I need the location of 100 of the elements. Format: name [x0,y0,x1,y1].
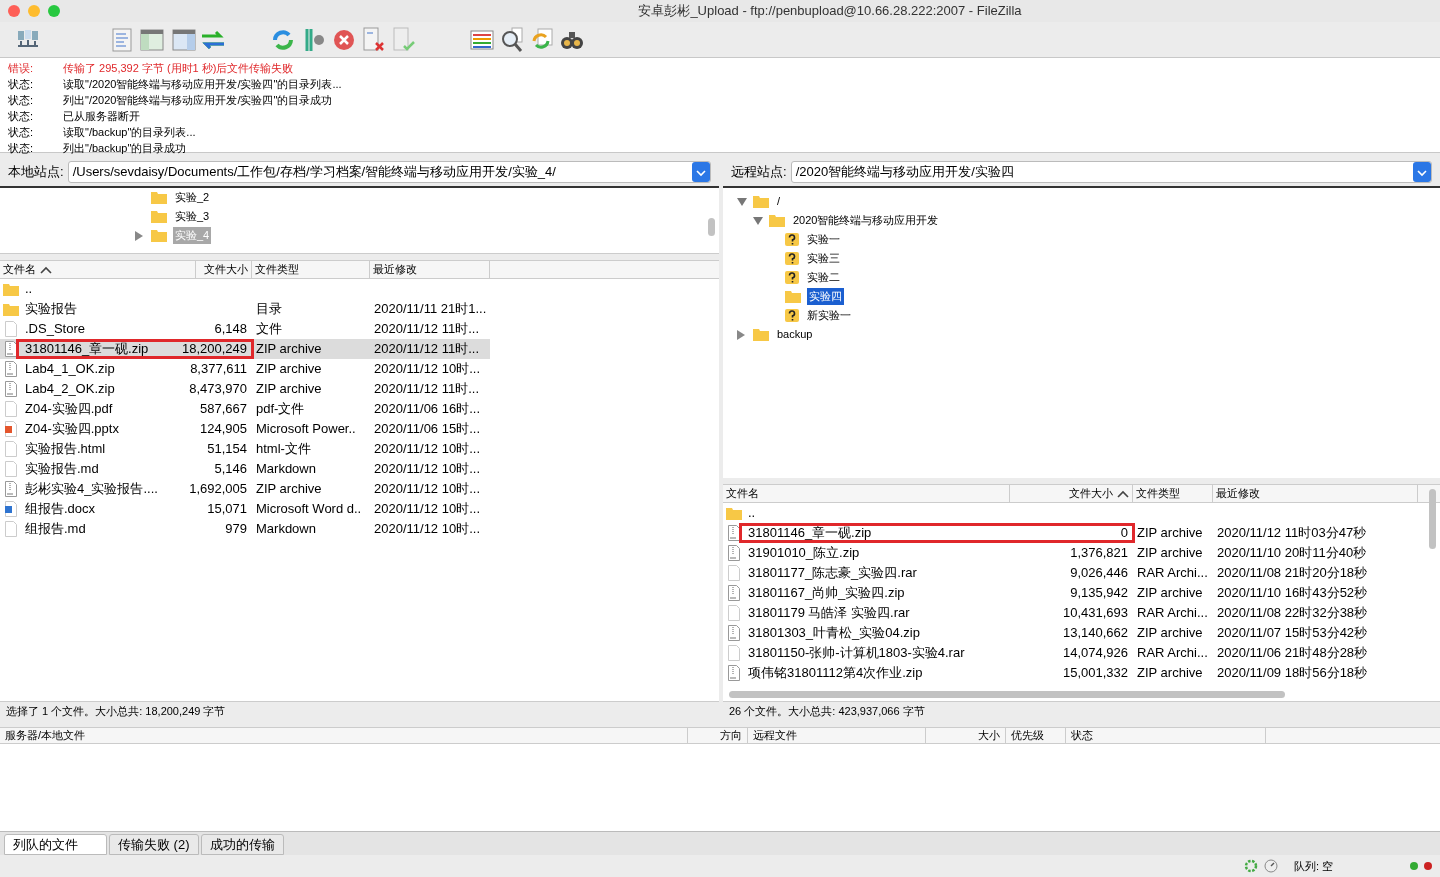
tab[interactable]: 列队的文件 [4,834,107,855]
file-row[interactable]: 31801146_章一砚.zip 0 ZIP archive 2020/11/12 11时03分47秒 [723,523,1418,543]
file-row[interactable]: 组报告.md 979 Markdown 2020/11/12 10时... [0,519,490,539]
file-row[interactable]: 31801150-张帅-计算机1803-实验4.rar 14,074,926 RAR Archi... 2020/11/06 21时48分28秒 [723,643,1418,663]
transfer-arrows-icon[interactable] [200,28,226,51]
file-size: 51,154 [207,440,247,459]
file-row[interactable]: 31801179 马皓泽 实验四.rar 10,431,693 RAR Archi... 2020/11/08 22时32分38秒 [723,603,1418,623]
question-folder-icon [785,309,799,322]
column-header[interactable]: 文件类型 [1133,485,1213,502]
log-message: 读取"/2020智能终端与移动应用开发/实验四"的目录列表... [63,77,342,92]
tree-item[interactable]: backup [775,326,815,343]
tree-item[interactable]: 实验四 [807,288,844,305]
tab[interactable]: 传输失败 (2) [109,834,199,855]
file-row[interactable]: 组报告.docx 15,071 Microsoft Word d.. 2020/11/12 10时... [0,499,490,519]
folder-icon [753,328,769,341]
tree-item[interactable]: 实验二 [805,269,842,286]
log-message: 传输了 295,392 字节 (用时1 秒)后文件传输失败 [63,61,294,76]
file-type: RAR Archi... [1137,565,1208,581]
file-row[interactable]: .DS_Store 6,148 文件 2020/11/12 11时... [0,319,490,339]
collapse-arrow-icon[interactable] [753,216,763,225]
expand-arrow-icon[interactable] [135,230,143,241]
column-header[interactable]: 文件名 [0,261,196,278]
file-type: html-文件 [256,441,311,457]
file-row[interactable]: Z04-实验四.pdf 587,667 pdf-文件 2020/11/06 16时... [0,399,490,419]
path-field[interactable]: /2020智能终端与移动应用开发/实验四 [790,161,1432,183]
file-size: 124,905 [200,420,247,439]
collapse-arrow-icon[interactable] [737,197,747,206]
column-header[interactable]: 大小 [926,728,1006,743]
column-header[interactable]: 远程文件 [748,728,926,743]
column-header[interactable]: 文件大小 [1010,485,1133,502]
file-type: Microsoft Power.. [256,421,356,437]
column-header[interactable]: 最近修改 [370,261,490,278]
file-name: 31801179 马皓泽 实验四.rar [748,604,910,623]
modified-date: 2020/11/09 18时56分18秒 [1217,665,1368,681]
cancel-icon[interactable] [332,27,356,52]
slides-file-icon [3,421,19,437]
scrollbar-thumb[interactable] [708,218,715,236]
sync-browse-icon[interactable] [530,27,554,52]
dropdown-icon[interactable] [692,162,710,182]
file-size: 9,026,446 [1070,564,1128,583]
scrollbar-thumb[interactable] [729,691,1285,698]
modified-date: 2020/11/12 10时... [374,481,480,497]
file-row[interactable]: 实验报告.md 5,146 Markdown 2020/11/12 10时... [0,459,490,479]
tree-item[interactable]: 实验三 [805,250,842,267]
tree-item[interactable]: 实验_3 [173,208,212,225]
speed-gauge-icon [1264,859,1278,873]
file-row[interactable]: 31801303_叶青松_实验04.zip 13,140,662 ZIP archive 2020/11/07 15时53分42秒 [723,623,1418,643]
tree-item[interactable]: 新实验一 [805,307,853,324]
remote-tree-icon[interactable] [172,28,196,51]
file-size: 979 [225,520,247,539]
local-tree-icon[interactable] [140,28,164,51]
file-row[interactable]: Lab4_1_OK.zip 8,377,611 ZIP archive 2020/11/12 10时... [0,359,490,379]
sort-ascending-icon [40,265,52,274]
file-icon [3,401,19,417]
file-row[interactable]: 31801146_章一砚.zip 18,200,249 ZIP archive 2020/11/12 11时... [0,339,490,359]
filter-icon[interactable] [470,29,494,50]
scrollbar-thumb[interactable] [1429,489,1436,549]
file-row[interactable]: .. [0,279,490,299]
column-header[interactable]: 状态 [1066,728,1266,743]
file-row[interactable]: 31901010_陈立.zip 1,376,821 ZIP archive 2020/11/10 20时11分40秒 [723,543,1418,563]
column-header[interactable]: 优先级 [1006,728,1066,743]
disconnect-icon[interactable] [362,26,386,53]
close-button[interactable] [8,5,20,17]
file-row[interactable]: 31801177_陈志豪_实验四.rar 9,026,446 RAR Archi... 2020/11/08 21时20分18秒 [723,563,1418,583]
gear-icon [1244,859,1258,873]
file-row[interactable]: 实验报告.html 51,154 html-文件 2020/11/12 10时... [0,439,490,459]
column-header[interactable]: 文件类型 [252,261,370,278]
file-row[interactable]: .. [723,503,1418,523]
dropdown-icon[interactable] [1413,162,1431,182]
file-name: 实验报告 [25,300,77,319]
file-size: 15,071 [207,500,247,519]
column-header[interactable]: 文件大小 [196,261,252,278]
file-row[interactable]: 项伟铭31801112第4次作业.zip 15,001,332 ZIP archive 2020/11/09 18时56分18秒 [723,663,1418,683]
column-header[interactable]: 方向 [688,728,748,743]
tree-item[interactable]: / [775,193,783,210]
column-header[interactable]: 最近修改 [1213,485,1418,502]
file-row[interactable]: 31801167_尚帅_实验四.zip 9,135,942 ZIP archive 2020/11/10 16时43分52秒 [723,583,1418,603]
column-header[interactable]: 服务器/本地文件 [0,728,688,743]
log-message: 读取"/backup"的目录列表... [63,125,196,140]
log-message: 已从服务器断开 [63,109,140,124]
search-icon[interactable] [500,26,524,53]
file-row[interactable]: 实验报告 目录 2020/11/11 21时1... [0,299,490,319]
file-type: 文件 [256,321,282,337]
zip-file-icon [3,341,19,357]
tree-item[interactable]: 实验_2 [173,189,212,206]
folder-icon [753,195,769,208]
tree-item[interactable]: 实验一 [805,231,842,248]
modified-date: 2020/11/08 21时20分18秒 [1217,565,1368,581]
expand-arrow-icon[interactable] [737,329,745,340]
file-type: ZIP archive [1137,625,1203,641]
column-header[interactable]: 文件名 [723,485,1010,502]
question-folder-icon [785,252,799,265]
file-type: ZIP archive [1137,665,1203,681]
tab[interactable]: 成功的传输 [200,834,284,855]
zip-file-icon [726,665,742,681]
tree-item[interactable]: 2020智能终端与移动应用开发 [791,212,941,229]
file-row[interactable]: Z04-实验四.pptx 124,905 Microsoft Power.. 2020/11/06 15时... [0,419,490,439]
file-row[interactable]: Lab4_2_OK.zip 8,473,970 ZIP archive 2020/11/12 11时... [0,379,490,399]
file-row[interactable]: 彭彬实验4_实验报告.... 1,692,005 ZIP archive 2020/11/12 10时... [0,479,490,499]
path-field[interactable]: /Users/sevdaisy/Documents/工作包/存档/学习档案/智能终端与移动应用开发/实验_4/ [67,161,711,183]
